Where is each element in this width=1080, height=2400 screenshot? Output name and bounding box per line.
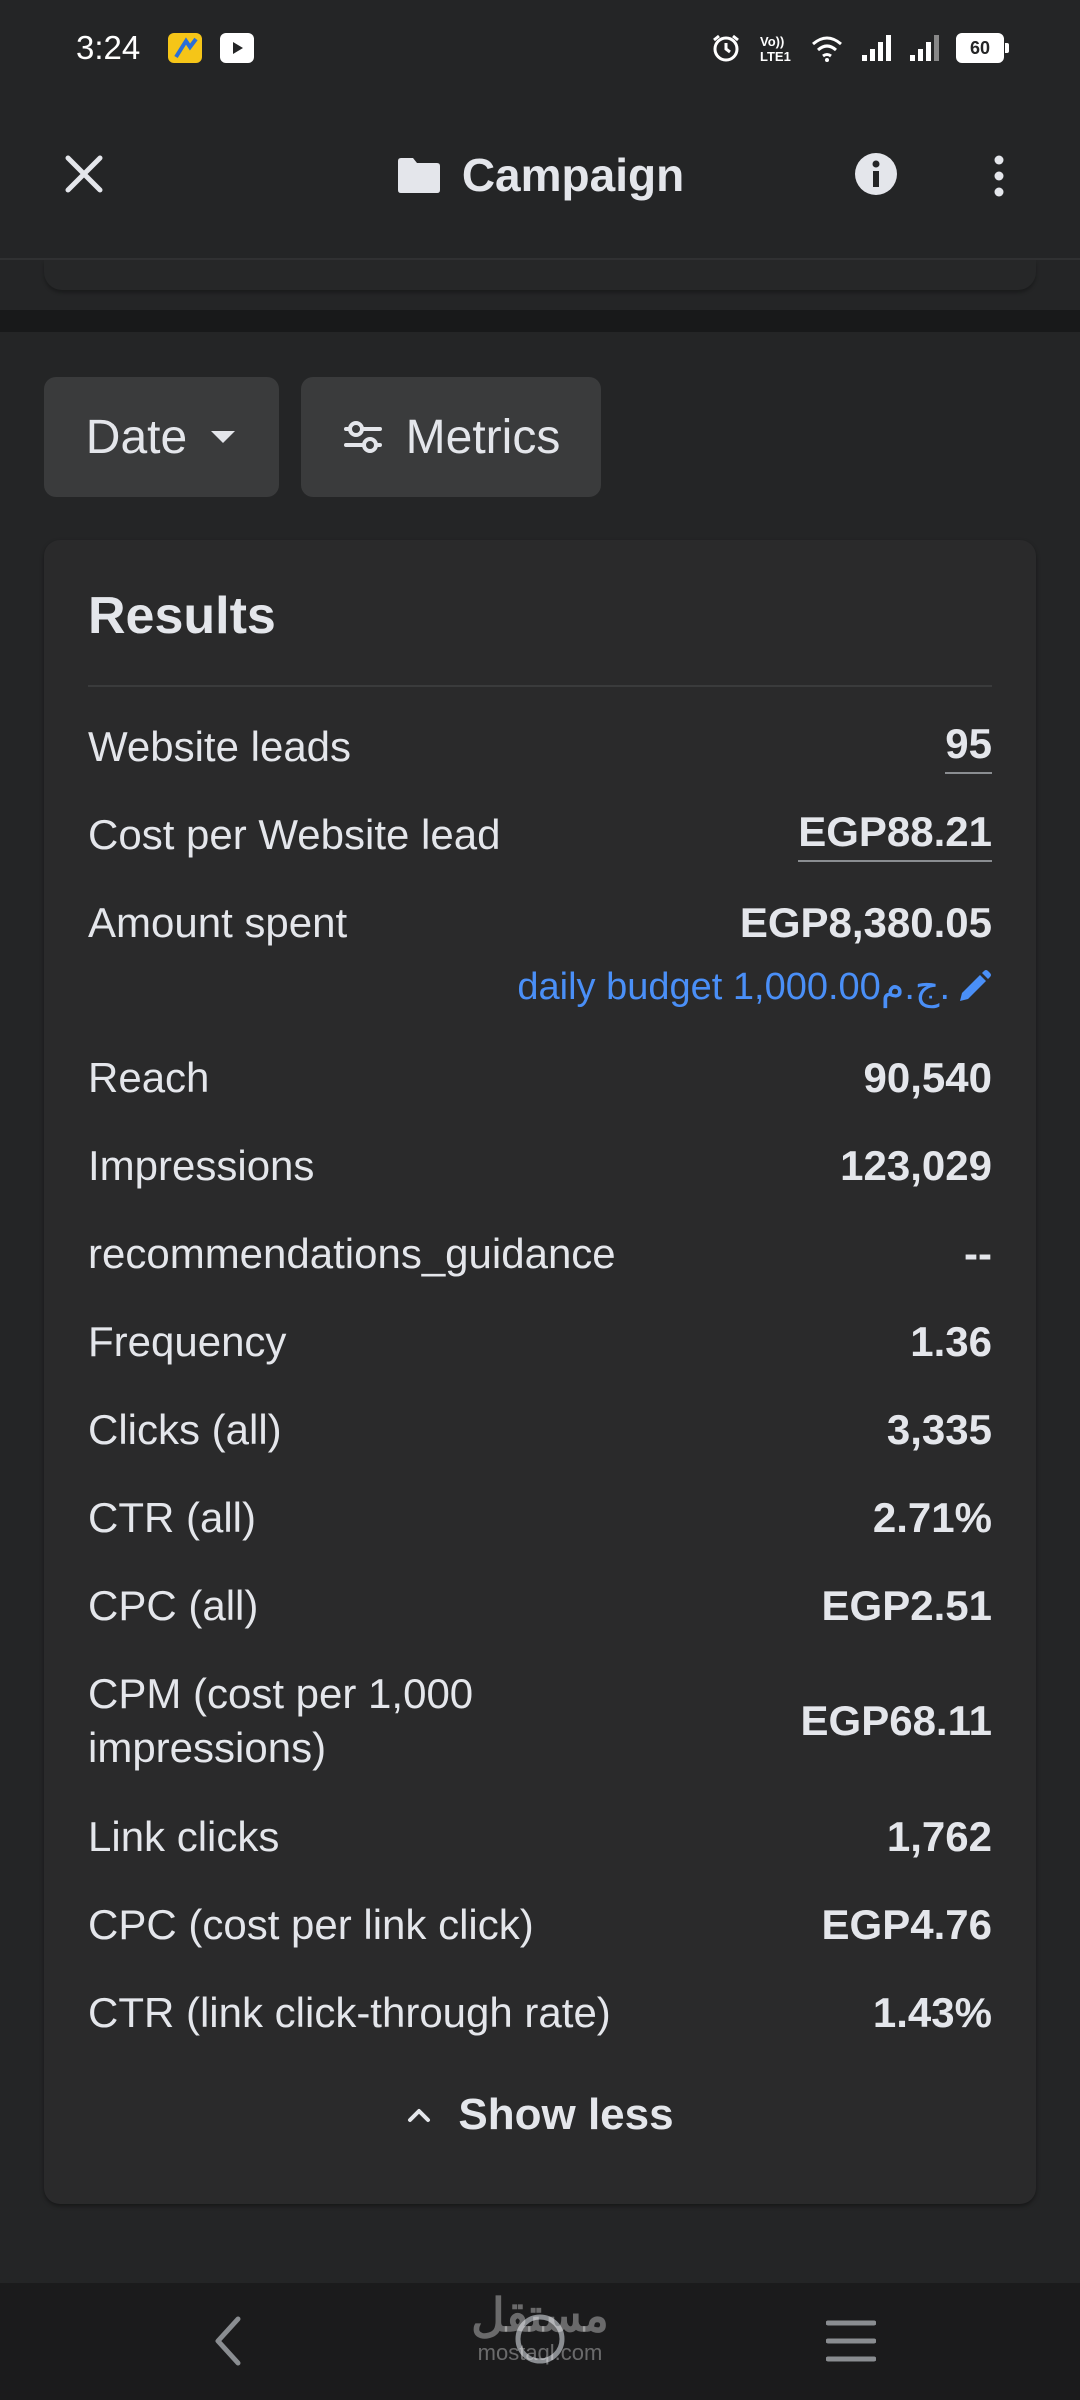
status-indicators: Vo)) LTE1 60: [710, 32, 1009, 64]
daily-budget-link[interactable]: daily budget 1,000.00ج.م.: [517, 964, 992, 1009]
svg-text:LTE1: LTE1: [760, 49, 791, 64]
show-less-label: Show less: [458, 2090, 674, 2139]
page-title: Campaign: [0, 148, 1080, 202]
metric-value: 2.71%: [872, 1494, 992, 1541]
daily-budget-text: daily budget 1,000.00ج.م.: [517, 966, 950, 1008]
metric-label: Cost per Website lead: [88, 811, 501, 858]
metric-label: Frequency: [88, 1318, 287, 1365]
metric-value: EGP8,380.05: [739, 899, 992, 946]
metric-row-amount-spent: Amount spent EGP8,380.05: [88, 896, 992, 950]
metric-value: EGP2.51: [821, 1582, 992, 1629]
folder-icon: [397, 158, 440, 193]
previous-card-edge: [44, 260, 1036, 290]
app-icon: [168, 33, 203, 63]
metric-value: --: [964, 1230, 992, 1277]
alarm-icon: [713, 34, 739, 62]
metrics-button[interactable]: Metrics: [301, 377, 601, 497]
metric-value: 90,540: [863, 1054, 992, 1101]
metric-row-cpm: CPM (cost per 1,000 impressions) EGP68.1…: [88, 1667, 992, 1775]
more-vertical-icon[interactable]: [984, 148, 1014, 204]
status-bar: 3:24 Vo)) LTE1 60: [0, 0, 1080, 96]
metric-row-cost-per-lead: Cost per Website lead EGP88.21: [88, 808, 992, 862]
metric-row-recommendations: recommendations_guidance --: [88, 1227, 992, 1281]
metric-label: Website leads: [88, 723, 352, 770]
svg-text:Vo)): Vo)): [760, 34, 784, 49]
date-filter-label: Date: [85, 410, 188, 464]
show-less-button[interactable]: Show less: [44, 2090, 1036, 2140]
metric-label: CPC (all): [88, 1582, 259, 1629]
battery-level: 60: [969, 37, 991, 58]
metric-value-link[interactable]: 95: [945, 720, 992, 774]
metric-row-cpc-all: CPC (all) EGP2.51: [88, 1579, 992, 1633]
metric-value: EGP68.11: [800, 1697, 992, 1744]
metric-value: 1.43%: [872, 1989, 992, 2036]
metric-label: Reach: [88, 1054, 210, 1101]
sliders-icon: [343, 421, 382, 453]
battery-indicator: 60: [956, 33, 1009, 63]
metric-label: CTR (link click-through rate): [88, 1989, 611, 2036]
metric-value: 1.36: [910, 1318, 992, 1365]
metric-value-link[interactable]: EGP88.21: [798, 808, 992, 862]
metric-row-link-clicks: Link clicks 1,762: [88, 1810, 992, 1864]
metric-label: Impressions: [88, 1142, 315, 1189]
metric-row-ctr-link: CTR (link click-through rate) 1.43%: [88, 1986, 992, 2040]
watermark-arabic: مستقل: [471, 2289, 609, 2341]
pencil-icon[interactable]: [956, 969, 992, 1005]
metric-row-impressions: Impressions 123,029: [88, 1139, 992, 1193]
metric-label: CTR (all): [88, 1494, 256, 1541]
watermark-logo: مستقل mostaql.com: [470, 2290, 610, 2366]
metric-value: 1,762: [886, 1813, 992, 1860]
metric-row-frequency: Frequency 1.36: [88, 1315, 992, 1369]
metric-row-clicks: Clicks (all) 3,335: [88, 1403, 992, 1457]
back-nav-icon[interactable]: [208, 2313, 248, 2369]
metric-value: 3,335: [886, 1406, 992, 1453]
metric-label: Amount spent: [88, 899, 348, 946]
metric-label: recommendations_guidance: [88, 1230, 616, 1277]
section-divider: [0, 310, 1080, 332]
top-app-bar: Campaign: [0, 96, 1080, 260]
status-time: 3:24: [76, 29, 141, 66]
metric-label: CPM (cost per 1,000 impressions): [88, 1670, 474, 1771]
metric-row-cpc-link: CPC (cost per link click) EGP4.76: [88, 1898, 992, 1952]
metric-row-reach: Reach 90,540: [88, 1051, 992, 1105]
volte-icon: Vo))LTE1: [760, 34, 791, 64]
info-icon[interactable]: [854, 152, 898, 196]
youtube-icon: [220, 33, 255, 63]
results-divider: [88, 685, 992, 687]
wifi-icon: [812, 36, 842, 62]
signal-icon: [862, 35, 891, 61]
page-title-text: Campaign: [461, 149, 685, 201]
signal-icon: [910, 35, 939, 61]
metric-label: CPC (cost per link click): [88, 1901, 534, 1948]
metric-row-website-leads: Website leads 95: [88, 720, 992, 774]
results-title: Results: [88, 587, 276, 645]
results-card: Results Website leads 95 Cost per Websit…: [44, 540, 1036, 2204]
metric-label: Link clicks: [88, 1813, 280, 1860]
watermark-latin: mostaql.com: [477, 2340, 603, 2365]
chevron-up-icon: [408, 2109, 431, 2122]
menu-nav-icon[interactable]: [826, 2319, 876, 2363]
metric-value: 123,029: [840, 1142, 992, 1189]
date-filter-button[interactable]: Date: [44, 377, 279, 497]
metric-label: Clicks (all): [88, 1406, 282, 1453]
metrics-label: Metrics: [405, 410, 561, 464]
metric-value: EGP4.76: [821, 1901, 992, 1948]
metric-row-ctr-all: CTR (all) 2.71%: [88, 1491, 992, 1545]
caret-down-icon: [211, 431, 236, 443]
